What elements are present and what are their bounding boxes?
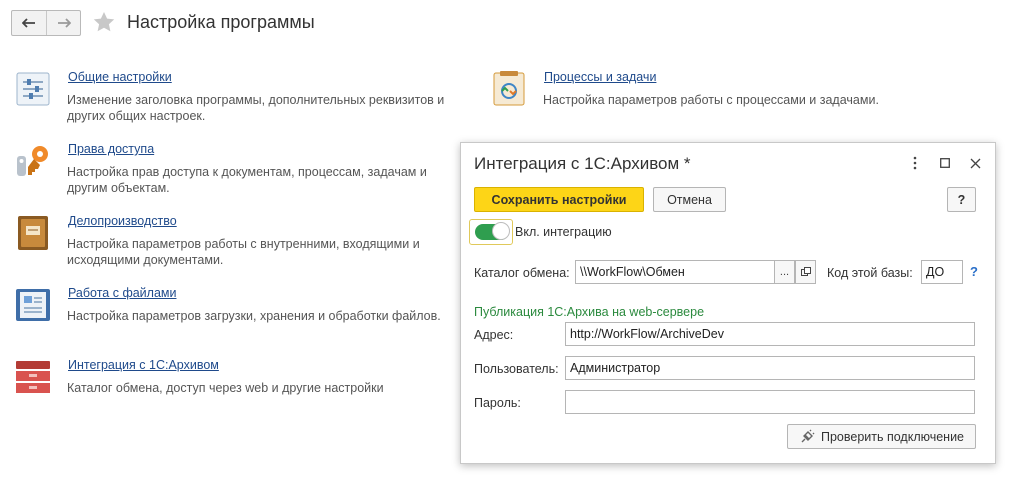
section-processes: Процессы и задачи Настройка параметров р… xyxy=(491,70,911,110)
password-label: Пароль: xyxy=(474,396,521,410)
section-description: другим объектам. xyxy=(67,181,170,195)
user-input[interactable]: Администратор xyxy=(565,356,975,380)
toggle-knob xyxy=(492,222,510,240)
section-description: исходящими документами. xyxy=(67,253,224,267)
star-icon[interactable] xyxy=(92,11,116,33)
section-files: Работа с файлами Настройка параметров за… xyxy=(15,286,465,326)
toggle-track xyxy=(475,222,510,240)
close-button[interactable] xyxy=(967,155,983,171)
link-file-handling[interactable]: Работа с файлами xyxy=(68,286,176,300)
maximize-button[interactable] xyxy=(937,155,953,171)
page-title: Настройка программы xyxy=(127,12,315,32)
base-code-label: Код этой базы: xyxy=(827,266,913,280)
open-window-icon xyxy=(800,267,811,276)
link-general-settings[interactable]: Общие настройки xyxy=(68,70,172,84)
archive-integration-dialog: Интеграция с 1С:Архивом * Сохранить наст… xyxy=(460,142,996,464)
section-description: Каталог обмена, доступ через web и други… xyxy=(67,381,384,395)
section-description: Изменение заголовка программы, дополните… xyxy=(67,93,445,107)
more-menu-button[interactable] xyxy=(907,155,923,171)
section-description: других общих настроек. xyxy=(67,109,206,123)
exchange-select-button[interactable]: ... xyxy=(774,260,795,284)
forward-button[interactable] xyxy=(46,11,80,35)
top-bar: Настройка программы xyxy=(0,0,1016,44)
help-button[interactable]: ? xyxy=(947,187,976,212)
sliders-icon xyxy=(16,72,50,106)
section-access-rights: Права доступа Настройка прав доступа к д… xyxy=(15,142,465,198)
process-icon xyxy=(493,71,525,106)
address-label: Адрес: xyxy=(474,328,514,342)
section-archive-integration: Интеграция с 1С:Архивом Каталог обмена, … xyxy=(15,358,465,398)
exchange-catalog-input[interactable]: \\WorkFlow\Обмен xyxy=(575,260,775,284)
base-code-help-link[interactable]: ? xyxy=(970,264,978,279)
folder-icon xyxy=(18,216,48,250)
section-description: Настройка прав доступа к документам, про… xyxy=(67,165,427,179)
integration-toggle[interactable] xyxy=(469,219,513,245)
section-description: Настройка параметров работы с внутренним… xyxy=(67,237,420,251)
kebab-menu-icon xyxy=(913,156,917,170)
check-connection-button[interactable]: Проверить подключение xyxy=(787,424,976,449)
check-connection-label: Проверить подключение xyxy=(820,429,965,444)
section-records: Делопроизводство Настройка параметров ра… xyxy=(15,214,465,270)
link-archive-integration[interactable]: Интеграция с 1С:Архивом xyxy=(68,358,219,372)
section-description: Настройка параметров загрузки, хранения … xyxy=(67,309,441,323)
user-label: Пользователь: xyxy=(474,362,559,376)
close-icon xyxy=(970,158,980,168)
base-code-input[interactable]: ДО xyxy=(921,260,963,284)
save-settings-button[interactable]: Сохранить настройки xyxy=(474,187,644,212)
publication-heading: Публикация 1С:Архива на web-сервере xyxy=(474,305,705,319)
link-processes-tasks[interactable]: Процессы и задачи xyxy=(544,70,656,84)
maximize-icon xyxy=(940,158,950,168)
open-catalog-button[interactable] xyxy=(795,260,816,284)
link-access-rights[interactable]: Права доступа xyxy=(68,142,154,156)
password-input[interactable] xyxy=(565,390,975,414)
section-general: Общие настройки Изменение заголовка прог… xyxy=(15,70,465,126)
arrow-right-icon xyxy=(57,18,71,28)
plug-icon xyxy=(801,429,815,442)
archive-box-icon xyxy=(16,361,50,393)
exchange-catalog-label: Каталог обмена: xyxy=(474,266,570,280)
section-description: Настройка параметров работы с процессами… xyxy=(543,93,879,107)
arrow-left-icon xyxy=(22,18,35,28)
document-icon xyxy=(16,289,50,321)
back-button[interactable] xyxy=(12,11,46,35)
dialog-title: Интеграция с 1С:Архивом * xyxy=(474,154,691,173)
link-records-management[interactable]: Делопроизводство xyxy=(68,214,177,228)
keys-icon xyxy=(17,146,48,176)
cancel-button[interactable]: Отмена xyxy=(653,187,726,212)
address-input[interactable]: http://WorkFlow/ArchiveDev xyxy=(565,322,975,346)
navigation-buttons xyxy=(11,10,81,36)
toggle-label: Вкл. интеграцию xyxy=(515,225,612,239)
